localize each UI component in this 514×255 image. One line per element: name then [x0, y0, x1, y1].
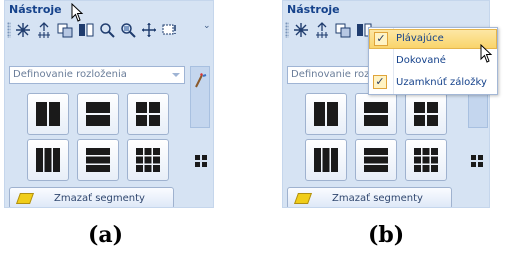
- menu-item-label: Dokované: [396, 55, 446, 66]
- zoom-region-icon: [121, 23, 136, 38]
- layout-three-rows-button[interactable]: [77, 139, 119, 181]
- layout-two-columns-button[interactable]: [27, 93, 69, 135]
- eraser-icon: [15, 192, 35, 204]
- panel-title: Nástroje: [287, 3, 340, 16]
- three-columns-icon: [314, 148, 338, 172]
- chevron-down-icon: [172, 73, 180, 77]
- caption-b: (b): [368, 222, 405, 248]
- three-rows-icon: [86, 148, 110, 172]
- two-columns-icon: [314, 102, 338, 126]
- pan-tool-button[interactable]: [140, 21, 158, 39]
- color-wand-icon: [195, 73, 207, 88]
- quad-grid-icon: [414, 102, 438, 126]
- tools-panel-a: Nástroje ⌄ Definovanie rozloženia Zmazať…: [4, 0, 214, 208]
- three-rows-icon: [364, 148, 388, 172]
- arrange-icon: [38, 22, 50, 38]
- menu-item-lock-tabs[interactable]: ✓ Uzamknúť záložky: [369, 73, 497, 93]
- layout-nine-grid-button[interactable]: [127, 139, 169, 181]
- menu-item-floating[interactable]: ✓ Plávajúce: [369, 29, 497, 49]
- tools-toolbar: ⌄: [7, 19, 211, 41]
- pointer-icon: [16, 23, 30, 37]
- pointer-icon: [294, 23, 308, 37]
- copy-tool-button[interactable]: [56, 21, 74, 39]
- layout-quad-button[interactable]: [405, 93, 447, 135]
- arrange-icon: [316, 22, 328, 38]
- layout-quad-button[interactable]: [127, 93, 169, 135]
- two-columns-icon: [36, 102, 60, 126]
- window-tool-button[interactable]: [161, 21, 179, 39]
- toolbar-grip[interactable]: [7, 22, 11, 38]
- two-rows-icon: [364, 102, 388, 126]
- layout-two-rows-button[interactable]: [355, 93, 397, 135]
- checkmark-icon: ✓: [373, 75, 387, 89]
- eraser-icon: [293, 192, 313, 204]
- copy-icon: [57, 23, 73, 38]
- clear-segments-label: Zmazať segmenty: [332, 192, 423, 204]
- layout-grid-icon[interactable]: [471, 155, 483, 167]
- panel-title: Nástroje: [9, 3, 62, 16]
- nine-grid-icon: [414, 148, 438, 172]
- window-icon: [162, 24, 176, 35]
- layout-dropdown-label: Definovanie rozloženia: [13, 69, 127, 80]
- layout-grid-icon[interactable]: [195, 155, 207, 167]
- clear-segments-button[interactable]: Zmazať segmenty: [9, 187, 174, 207]
- menu-item-docked[interactable]: Dokované: [369, 51, 497, 71]
- layout-three-columns-button[interactable]: [27, 139, 69, 181]
- pointer-tool-button[interactable]: [292, 21, 310, 39]
- menu-item-label: Uzamknúť záložky: [396, 77, 487, 88]
- copy-icon: [335, 23, 351, 38]
- quad-grid-icon: [136, 102, 160, 126]
- mouse-cursor-icon: [480, 44, 493, 63]
- caption-a: (a): [88, 222, 124, 248]
- two-rows-icon: [86, 102, 110, 126]
- pointer-tool-button[interactable]: [14, 21, 32, 39]
- three-columns-icon: [36, 148, 60, 172]
- arrange-tool-button[interactable]: [313, 21, 331, 39]
- more-arrow-icon[interactable]: ⌄: [203, 21, 213, 39]
- zoom-icon: [100, 23, 115, 38]
- toolbar-grip[interactable]: [285, 22, 289, 38]
- layout-three-columns-button[interactable]: [305, 139, 347, 181]
- layout-three-rows-button[interactable]: [355, 139, 397, 181]
- pan-icon: [142, 23, 156, 37]
- side-tab[interactable]: [190, 66, 210, 128]
- columns-icon: [79, 23, 94, 37]
- arrange-tool-button[interactable]: [35, 21, 53, 39]
- nine-grid-icon: [136, 148, 160, 172]
- menu-item-label: Plávajúce: [396, 33, 444, 44]
- zoom-region-tool-button[interactable]: [119, 21, 137, 39]
- columns-tool-button[interactable]: [77, 21, 95, 39]
- copy-tool-button[interactable]: [334, 21, 352, 39]
- clear-segments-button[interactable]: Zmazať segmenty: [287, 187, 452, 207]
- layout-nine-grid-button[interactable]: [405, 139, 447, 181]
- layout-dropdown[interactable]: Definovanie rozloženia: [9, 66, 185, 84]
- clear-segments-label: Zmazať segmenty: [54, 192, 145, 204]
- checkmark-icon: ✓: [374, 32, 388, 46]
- zoom-tool-button[interactable]: [98, 21, 116, 39]
- layout-two-columns-button[interactable]: [305, 93, 347, 135]
- layout-two-rows-button[interactable]: [77, 93, 119, 135]
- tab-context-menu: ✓ Plávajúce Dokované ✓ Uzamknúť záložky: [368, 27, 498, 95]
